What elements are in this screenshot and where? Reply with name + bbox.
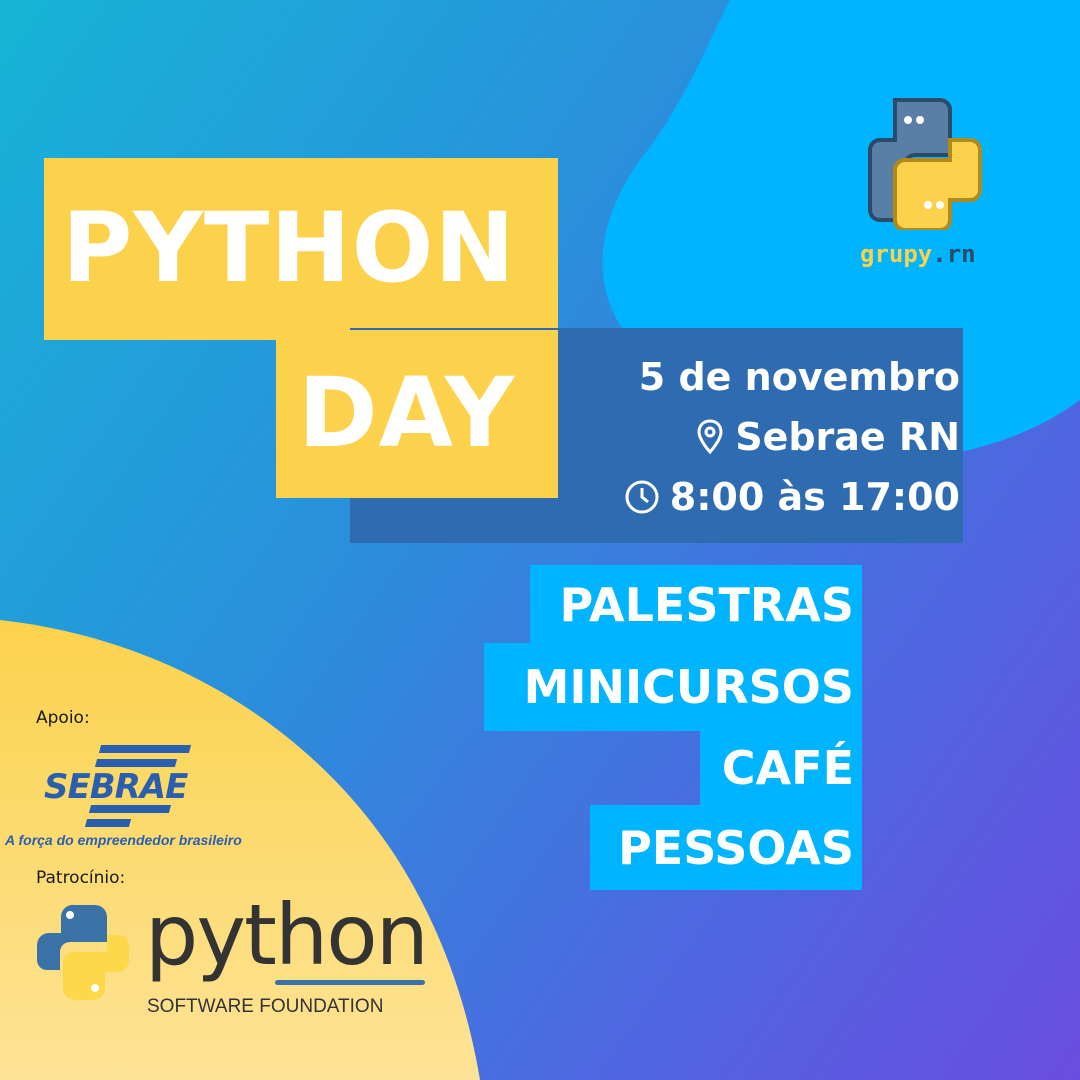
python-logo-icon xyxy=(37,904,129,1000)
sebrae-wordmark: SEBRAE xyxy=(44,767,188,807)
event-time: 8:00 às 17:00 xyxy=(624,475,960,519)
sebrae-tagline: A força do empreendedor brasileiro xyxy=(5,832,242,848)
activity-item: MINICURSOS xyxy=(484,643,862,731)
activity-item: PALESTRAS xyxy=(530,565,862,645)
activity-item: PESSOAS xyxy=(590,805,862,890)
psf-subtitle: SOFTWARE FOUNDATION xyxy=(147,996,384,1017)
support-label: Apoio: xyxy=(36,708,90,728)
location-pin-icon xyxy=(697,419,723,455)
grupy-text: grupy xyxy=(860,240,933,268)
title-line1: PYTHON xyxy=(62,192,516,304)
sponsor-label: Patrocínio: xyxy=(36,868,126,888)
psf-logo: python SOFTWARE FOUNDATION xyxy=(35,886,429,1017)
event-location: Sebrae RN xyxy=(695,415,960,459)
date-text: 5 de novembro xyxy=(638,355,960,399)
clock-icon xyxy=(625,480,659,514)
python-wordmark: python xyxy=(145,886,429,984)
grupy-wordmark: grupy.rn xyxy=(860,240,985,268)
event-date: 5 de novembro xyxy=(639,355,960,399)
title-line2: DAY xyxy=(298,357,516,469)
grupy-logo: grupy.rn xyxy=(860,95,985,268)
time-text: 8:00 às 17:00 xyxy=(669,475,960,519)
grupy-snakes-icon xyxy=(868,98,982,232)
rn-text: .rn xyxy=(932,240,976,268)
activity-item: CAFÉ xyxy=(700,729,862,807)
location-text: Sebrae RN xyxy=(735,415,960,459)
poster: PYTHON DAY 5 de novembro Sebrae RN 8:00 … xyxy=(0,0,1080,1080)
